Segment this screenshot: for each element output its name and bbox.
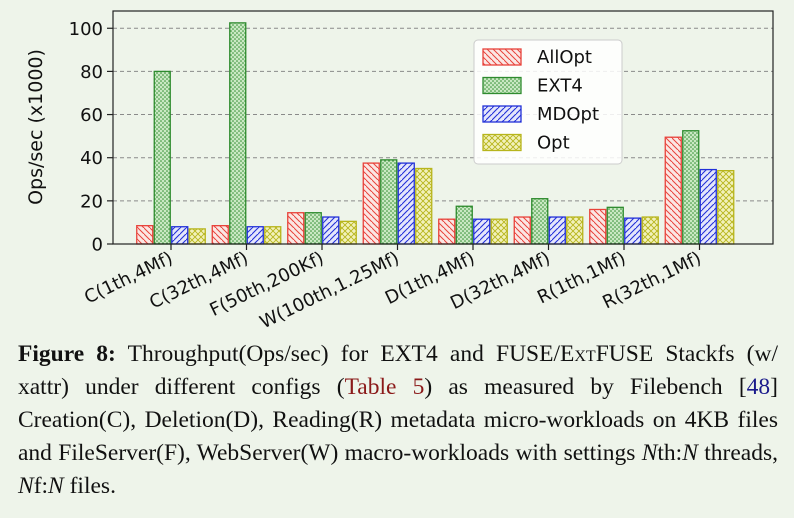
legend-swatch: [482, 48, 522, 66]
caption-text: N: [48, 473, 64, 499]
caption-label: Figure 8:: [18, 341, 116, 367]
bar: [490, 218, 508, 245]
bar: [246, 226, 264, 245]
legend-label: EXT4: [537, 76, 583, 97]
y-tick-label: 60: [80, 105, 103, 126]
bar: [136, 225, 154, 245]
bar: [211, 225, 229, 245]
legend-label: AllOpt: [537, 47, 592, 68]
bars-layer: [136, 22, 735, 245]
bar: [264, 226, 282, 245]
bar: [397, 162, 415, 245]
y-tick-label: 40: [80, 148, 103, 169]
y-tick-label: 20: [80, 191, 103, 212]
bar: [188, 228, 206, 245]
table-link[interactable]: Table 5: [345, 374, 425, 400]
bar: [380, 159, 398, 245]
caption-text: xt: [574, 341, 596, 367]
legend-label: Opt: [537, 133, 570, 154]
bar-chart: 0 20 40 60 80 100 C(1th,4Mf)C(32th,4Mf)F(50th…: [25, 10, 774, 330]
bar: [287, 212, 305, 245]
y-tick-label: 0: [92, 235, 103, 256]
citation-link[interactable]: 48: [747, 374, 771, 400]
bar: [641, 216, 659, 245]
caption-text: th:: [657, 440, 683, 466]
bar: [699, 168, 717, 245]
bar: [566, 216, 584, 245]
bar: [362, 162, 380, 245]
bar: [589, 208, 607, 245]
legend-label: MDOpt: [537, 104, 599, 125]
legend-swatch: [482, 76, 522, 95]
x-axis: C(1th,4Mf)C(32th,4Mf)F(50th,200Kf)W(100t…: [81, 244, 705, 330]
caption-text: threads,: [697, 440, 778, 466]
caption-text: files.: [63, 473, 116, 499]
bar: [682, 130, 700, 245]
bar: [438, 218, 456, 245]
caption-text: N: [641, 440, 658, 466]
bar: [664, 136, 682, 245]
bar: [415, 167, 433, 245]
figure-caption: Figure 8: Throughput(Ops/sec) for EXT4 a…: [18, 338, 778, 503]
caption-text: ) as measured by Filebench [: [424, 374, 747, 400]
bar: [153, 70, 171, 245]
bar: [229, 22, 247, 245]
bar: [717, 169, 735, 245]
bar: [171, 226, 189, 245]
bar: [339, 220, 357, 245]
bar: [624, 217, 642, 245]
bar: [304, 212, 322, 245]
y-tick-label: 100: [69, 19, 103, 40]
y-axis: 0 20 40 60 80 100: [69, 19, 113, 256]
bar: [322, 216, 340, 245]
legend: AllOpt EXT4 MDOpt Opt: [473, 39, 623, 165]
caption-text: N: [18, 473, 34, 499]
bar: [455, 205, 473, 245]
legend-swatch: [482, 133, 522, 152]
bar: [548, 216, 566, 245]
y-axis-label: Ops/sec (x1000): [25, 49, 47, 205]
bar: [513, 216, 531, 245]
bar: [606, 206, 624, 245]
caption-text: Throughput(Ops/sec) for EXT4 and FUSE/E: [115, 341, 575, 367]
legend-swatch: [482, 105, 522, 123]
bar: [473, 218, 491, 245]
caption-text: N: [682, 440, 698, 466]
y-tick-label: 80: [80, 62, 103, 83]
caption-text: f:: [33, 473, 49, 499]
bar: [531, 198, 549, 245]
